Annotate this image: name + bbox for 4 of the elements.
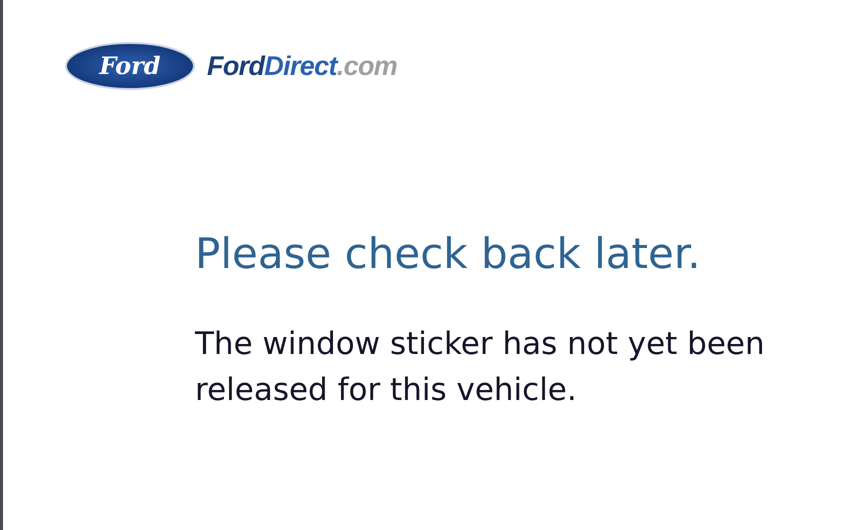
heading: Please check back later. [195,228,702,280]
logo-text: Ford [99,50,161,82]
message-text: The window sticker has not yet been released for this vehicle. [195,324,766,410]
brand-wordmark: FordDirect.com [207,50,398,83]
